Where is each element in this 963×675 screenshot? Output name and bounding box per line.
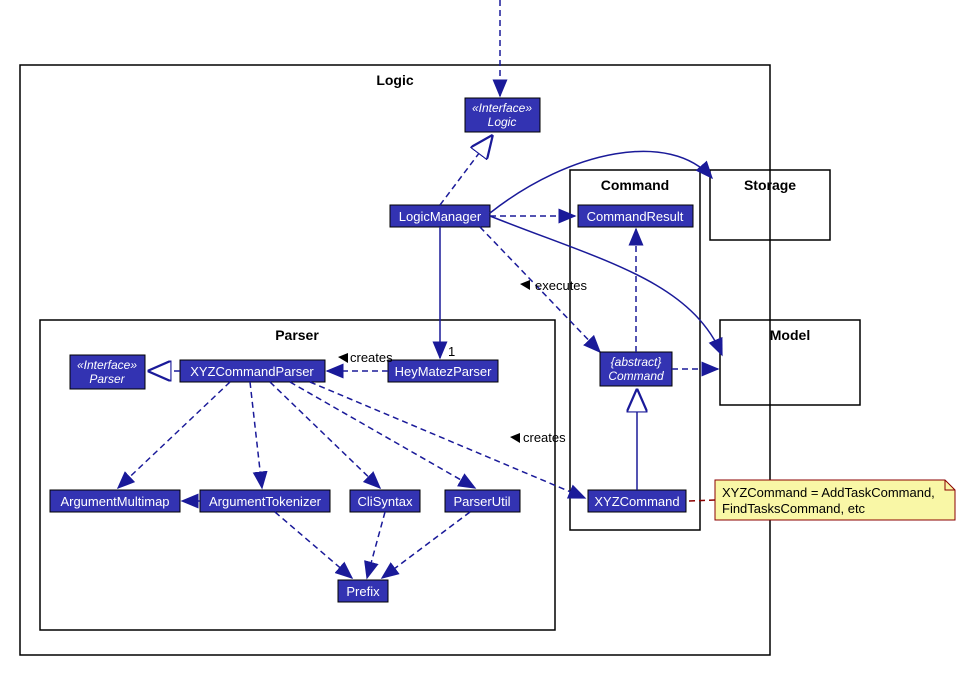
pkg-parser-title: Parser [275, 327, 319, 343]
lbl-xyzcp: XYZCommandParser [190, 364, 314, 379]
lbl-prefix: Prefix [346, 584, 380, 599]
lbl-heymatez: HeyMatezParser [395, 364, 492, 379]
pkg-logic-title: Logic [376, 72, 414, 88]
stereo-cmd: {abstract} [611, 355, 662, 369]
lbl-creates1: creates [350, 350, 393, 365]
name-logic: Logic [488, 115, 517, 129]
stereo-parser: «Interface» [77, 358, 137, 372]
pkg-model-title: Model [770, 327, 810, 343]
name-parser: Parser [89, 372, 125, 386]
stereo-logic: «Interface» [472, 101, 532, 115]
lbl-logicmanager: LogicManager [399, 209, 482, 224]
lbl-argtok: ArgumentTokenizer [209, 494, 322, 509]
uml-diagram: Logic Storage Model Parser Command «Inte… [0, 0, 963, 675]
lbl-xyzcmd: XYZCommand [594, 494, 679, 509]
pkg-command-title: Command [601, 177, 669, 193]
note-l1: XYZCommand = AddTaskCommand, [722, 485, 935, 500]
lbl-parserutil: ParserUtil [453, 494, 510, 509]
lbl-cmdresult: CommandResult [587, 209, 684, 224]
note-l2: FindTasksCommand, etc [722, 501, 866, 516]
lbl-argmulti: ArgumentMultimap [60, 494, 169, 509]
mult-one: 1 [448, 344, 455, 359]
lbl-clisyntax: CliSyntax [358, 494, 413, 509]
pkg-storage-title: Storage [744, 177, 796, 193]
name-cmd: Command [608, 369, 664, 383]
lbl-executes: executes [535, 278, 588, 293]
lbl-creates2: creates [523, 430, 566, 445]
